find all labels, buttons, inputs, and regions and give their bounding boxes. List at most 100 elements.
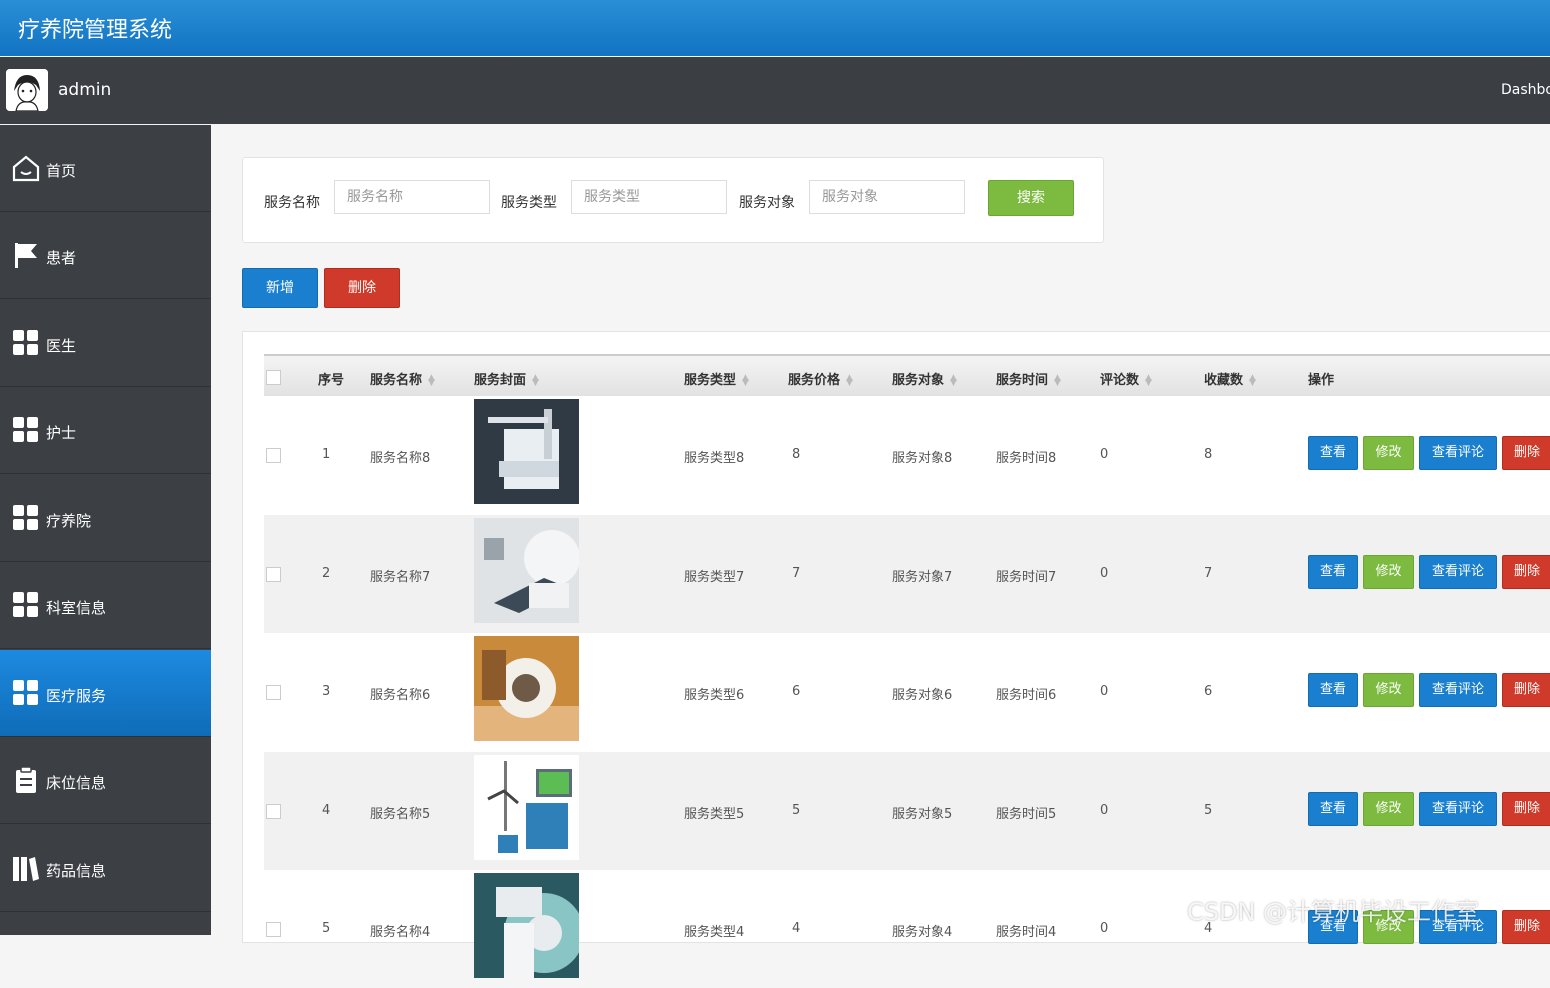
sidebar-item-home[interactable]: 首页 bbox=[0, 125, 211, 212]
cell-comments: 0 bbox=[1100, 921, 1109, 936]
sidebar-item-patients[interactable]: 患者 bbox=[0, 212, 211, 299]
service-type-label: 服务类型 bbox=[501, 195, 557, 211]
row-checkbox[interactable] bbox=[266, 685, 281, 700]
home-icon bbox=[12, 155, 40, 182]
avatar[interactable] bbox=[6, 69, 48, 111]
service-cover-image bbox=[474, 873, 584, 978]
delete-button[interactable]: 删除 bbox=[1502, 791, 1550, 826]
select-all-checkbox[interactable] bbox=[266, 370, 281, 385]
table-row: 2 服务名称7 服务类型7 7 服务对象7 服务时间7 0 7 查看 修改 查看评论 删除 bbox=[264, 514, 1550, 633]
col-index: 序号 bbox=[318, 373, 345, 388]
cell-service-name: 服务名称7 bbox=[370, 569, 431, 585]
cell-service-name: 服务名称6 bbox=[370, 688, 431, 703]
edit-button[interactable]: 修改 bbox=[1363, 436, 1414, 470]
col-service-time[interactable]: 服务时间 ▲ ▼ bbox=[996, 369, 1061, 388]
view-comments-button[interactable]: 查看评论 bbox=[1419, 673, 1497, 707]
sidebar-item-beds[interactable]: 床位信息 bbox=[0, 737, 211, 824]
cell-index: 4 bbox=[322, 802, 331, 818]
view-comments-button[interactable]: 查看评论 bbox=[1419, 436, 1497, 470]
col-service-cover[interactable]: 服务封面 ▲ ▼ bbox=[474, 369, 539, 388]
watermark: CSDN @计算机毕设工作室 bbox=[1187, 898, 1480, 926]
col-service-name[interactable]: 服务名称 ▲ ▼ bbox=[370, 369, 435, 388]
delete-button[interactable]: 删除 bbox=[1502, 910, 1550, 944]
service-target-input[interactable]: 服务对象 bbox=[809, 180, 965, 214]
cell-service-time: 服务时间6 bbox=[996, 688, 1057, 703]
edit-button[interactable]: 修改 bbox=[1363, 673, 1414, 707]
cell-service-target: 服务对象6 bbox=[892, 688, 953, 703]
cell-favorites: 8 bbox=[1204, 447, 1213, 462]
table-row: 4 服务名称5 服务类型5 5 服务对象5 服务时间5 0 5 查看 修改 查看评论 删除 bbox=[264, 751, 1550, 870]
cell-index: 3 bbox=[322, 684, 331, 699]
service-type-input[interactable]: 服务类型 bbox=[571, 180, 727, 214]
dashboard-link[interactable]: Dashbo bbox=[1501, 82, 1550, 98]
cell-favorites: 5 bbox=[1204, 802, 1213, 818]
cell-service-type: 服务类型6 bbox=[684, 688, 745, 703]
view-button[interactable]: 查看 bbox=[1308, 436, 1358, 470]
sidebar-item-label: 药品信息 bbox=[46, 862, 107, 880]
sidebar-item-label: 护士 bbox=[46, 424, 77, 442]
sidebar-item-doctors[interactable]: 医生 bbox=[0, 300, 211, 387]
col-favorites[interactable]: 收藏数 ▲ ▼ bbox=[1204, 369, 1256, 388]
col-service-price[interactable]: 服务价格 ▲ ▼ bbox=[788, 369, 853, 388]
view-comments-button[interactable]: 查看评论 bbox=[1419, 791, 1497, 826]
edit-button[interactable]: 修改 bbox=[1363, 554, 1414, 589]
cell-comments: 0 bbox=[1100, 802, 1109, 818]
username: admin bbox=[58, 80, 112, 100]
sidebar-item-nurses[interactable]: 护士 bbox=[0, 387, 211, 474]
cell-service-type: 服务类型7 bbox=[684, 569, 745, 585]
table-header: 序号 服务名称 ▲ ▼ 服务封面 ▲ ▼ 服务类型 ▲ ▼ 服务价格 ▲ ▼ 服务对象 ▲ ▼ 服务… bbox=[264, 354, 1550, 396]
search-button[interactable]: 搜索 bbox=[988, 180, 1074, 216]
search-panel: 服务名称 服务名称 服务类型 服务类型 服务对象 服务对象 搜索 bbox=[242, 157, 1104, 243]
sidebar-item-label: 床位信息 bbox=[46, 774, 107, 792]
cell-service-target: 服务对象5 bbox=[892, 806, 953, 822]
sort-icon: ▲ ▼ bbox=[1054, 372, 1061, 388]
cell-index: 1 bbox=[322, 447, 331, 462]
delete-button[interactable]: 删除 bbox=[1502, 436, 1550, 470]
clipboard-icon bbox=[16, 766, 36, 793]
view-button[interactable]: 查看 bbox=[1308, 673, 1358, 707]
view-comments-button[interactable]: 查看评论 bbox=[1419, 554, 1497, 589]
service-name-input[interactable]: 服务名称 bbox=[334, 180, 490, 214]
sidebar-item-medical-services[interactable]: 医疗服务 bbox=[0, 650, 211, 737]
sidebar-item-medicines[interactable]: 药品信息 bbox=[0, 825, 211, 912]
app-header: 疗养院管理系统 bbox=[0, 0, 1550, 56]
bulk-delete-button[interactable]: 删除 bbox=[324, 268, 400, 308]
sort-icon: ▲ ▼ bbox=[1145, 372, 1152, 388]
row-checkbox[interactable] bbox=[266, 448, 281, 463]
cell-favorites: 6 bbox=[1204, 684, 1213, 699]
grid-icon bbox=[13, 592, 38, 617]
row-checkbox[interactable] bbox=[266, 566, 281, 582]
sidebar-item-label: 首页 bbox=[46, 162, 77, 180]
cell-service-price: 8 bbox=[792, 447, 801, 462]
col-actions: 操作 bbox=[1308, 373, 1335, 388]
cell-service-target: 服务对象8 bbox=[892, 451, 953, 466]
cell-comments: 0 bbox=[1100, 684, 1109, 699]
sidebar-item-label: 科室信息 bbox=[46, 599, 107, 617]
service-cover-image bbox=[474, 399, 579, 504]
service-cover-image bbox=[474, 754, 579, 860]
sort-icon: ▲ ▼ bbox=[1249, 372, 1256, 388]
cell-service-type: 服务类型8 bbox=[684, 451, 745, 466]
cell-service-time: 服务时间8 bbox=[996, 451, 1057, 466]
view-button[interactable]: 查看 bbox=[1308, 554, 1358, 589]
sidebar-item-departments[interactable]: 科室信息 bbox=[0, 562, 211, 649]
row-checkbox[interactable] bbox=[266, 803, 281, 819]
col-comments[interactable]: 评论数 ▲ ▼ bbox=[1100, 369, 1152, 388]
edit-button[interactable]: 修改 bbox=[1363, 791, 1414, 826]
sidebar-item-sanatorium[interactable]: 疗养院 bbox=[0, 475, 211, 562]
col-service-target[interactable]: 服务对象 ▲ ▼ bbox=[892, 369, 957, 388]
add-button[interactable]: 新增 bbox=[242, 268, 318, 308]
delete-button[interactable]: 删除 bbox=[1502, 673, 1550, 707]
cell-favorites: 7 bbox=[1204, 565, 1213, 581]
col-service-type[interactable]: 服务类型 ▲ ▼ bbox=[684, 369, 749, 388]
sidebar-item-label: 医疗服务 bbox=[46, 687, 107, 705]
cell-index: 2 bbox=[322, 565, 331, 581]
grid-icon bbox=[13, 330, 38, 355]
cell-service-target: 服务对象4 bbox=[892, 925, 953, 940]
delete-button[interactable]: 删除 bbox=[1502, 554, 1550, 589]
service-cover-image bbox=[474, 636, 579, 741]
books-icon bbox=[13, 857, 39, 881]
cell-service-type: 服务类型4 bbox=[684, 925, 745, 940]
view-button[interactable]: 查看 bbox=[1308, 791, 1358, 826]
cell-service-price: 7 bbox=[792, 565, 801, 581]
